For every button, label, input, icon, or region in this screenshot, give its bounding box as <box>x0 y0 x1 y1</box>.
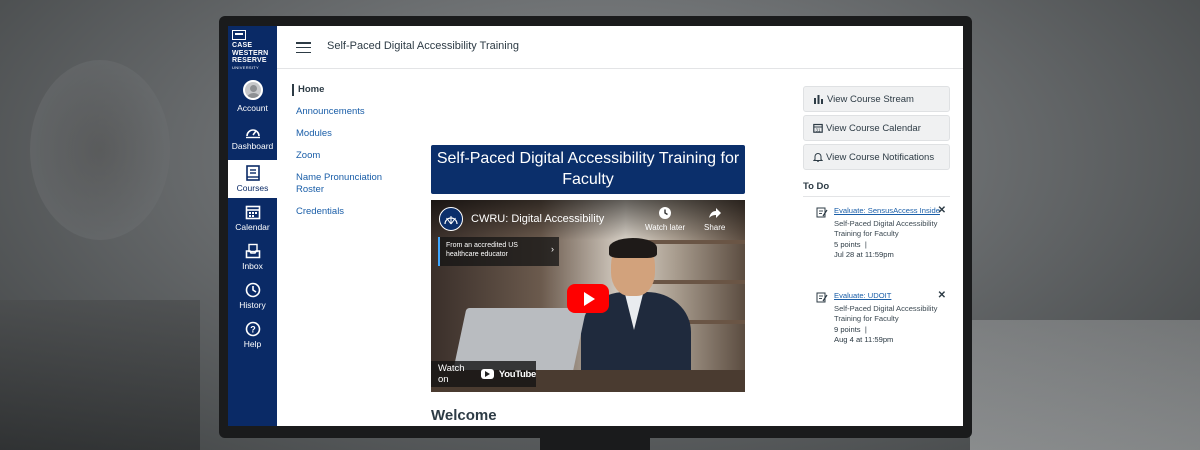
background-shelf <box>0 300 200 450</box>
history-icon <box>245 282 260 298</box>
todo-item-link[interactable]: Evaluate: SensusAccess Inside <box>834 206 946 217</box>
logo-mark-icon <box>232 30 246 40</box>
course-header: Self-Paced Digital Accessibility Trainin… <box>277 26 963 69</box>
screen: CASE WESTERN RESERVE UNIVERSITY Account … <box>228 26 963 426</box>
course-nav-zoom[interactable]: Zoom <box>292 150 412 162</box>
info-panel-text: From an accredited US healthcare educato… <box>446 242 518 258</box>
chevron-right-icon: › <box>551 244 554 254</box>
background-plant <box>30 60 170 240</box>
todo-item-course: Self-Paced Digital Accessibility Trainin… <box>834 218 938 239</box>
monitor-stand <box>540 438 650 450</box>
avatar-icon <box>242 80 263 100</box>
course-nav-home[interactable]: Home <box>292 84 412 96</box>
course-nav-name-pronunciation-roster[interactable]: Name Pronunciation Roster <box>292 172 412 196</box>
course-nav-credentials[interactable]: Credentials <box>292 206 412 218</box>
nav-help[interactable]: ? Help <box>228 321 277 359</box>
share-button[interactable]: Share <box>704 206 725 232</box>
calendar-icon <box>245 205 260 220</box>
watch-later-button[interactable]: Watch later <box>645 206 685 232</box>
nav-inbox-label: Inbox <box>242 261 263 271</box>
nav-history[interactable]: History <box>228 282 277 320</box>
nav-inbox[interactable]: Inbox <box>228 243 277 281</box>
video-player[interactable]: CWRU: Digital Accessibility Watch later … <box>431 200 745 392</box>
dashboard-icon <box>245 129 260 139</box>
view-course-calendar-button[interactable]: 31 View Course Calendar <box>803 115 950 141</box>
youtube-wordmark: YouTube <box>498 368 536 380</box>
bar-chart-icon <box>814 95 823 104</box>
todo-item-points: 9 points | <box>834 324 867 334</box>
youtube-logo-icon <box>480 369 494 379</box>
view-course-stream-label: View Course Stream <box>827 93 914 105</box>
nav-help-label: Help <box>243 339 262 349</box>
watch-on-label: Watch on <box>438 363 465 385</box>
view-course-notifications-label: View Course Notifications <box>826 151 935 163</box>
courses-icon <box>245 165 260 181</box>
todo-item-course: Self-Paced Digital Accessibility Trainin… <box>834 303 938 324</box>
course-nav-announcements[interactable]: Announcements <box>292 106 412 118</box>
logo-line-1: CASE <box>232 42 253 49</box>
todo-item-link[interactable]: Evaluate: UDOIT <box>834 291 946 302</box>
channel-logo-icon[interactable] <box>439 207 463 231</box>
course-nav: Home Announcements Modules Zoom Name Pro… <box>292 84 412 228</box>
logo-line-2: WESTERN <box>232 49 269 57</box>
svg-text:?: ? <box>250 325 256 335</box>
dismiss-close-icon[interactable]: ✕ <box>938 290 946 302</box>
share-label: Share <box>704 223 726 232</box>
nav-dashboard-label: Dashboard <box>231 141 274 151</box>
svg-text:31: 31 <box>815 127 821 132</box>
hamburger-menu-icon[interactable] <box>296 42 311 54</box>
nav-calendar[interactable]: Calendar <box>228 204 277 242</box>
nav-account-label: Account <box>237 103 268 113</box>
todo-item-due: Jul 28 at 11:59pm <box>834 250 894 259</box>
university-logo[interactable]: CASE WESTERN RESERVE UNIVERSITY <box>232 30 274 70</box>
video-info-panel[interactable]: From an accredited US healthcare educato… <box>438 237 559 266</box>
nav-history-label: History <box>239 300 266 310</box>
todo-item: Evaluate: SensusAccess Inside Self-Paced… <box>816 205 946 261</box>
todo-item-due: Aug 4 at 11:59pm <box>834 335 894 344</box>
nav-account[interactable]: Account <box>228 80 277 118</box>
global-nav: CASE WESTERN RESERVE UNIVERSITY Account … <box>228 26 277 426</box>
watch-later-label: Watch later <box>645 223 686 232</box>
watch-on-youtube-button[interactable]: Watch on YouTube <box>431 361 536 387</box>
play-button-icon[interactable] <box>567 284 609 313</box>
help-icon: ? <box>245 321 260 337</box>
logo-line-4: UNIVERSITY <box>232 64 260 70</box>
todo-divider <box>803 196 950 197</box>
nav-dashboard[interactable]: Dashboard <box>228 125 277 163</box>
nav-courses-label: Courses <box>236 183 269 193</box>
view-course-calendar-label: View Course Calendar <box>826 122 921 134</box>
nav-courses[interactable]: Courses <box>228 160 277 198</box>
clock-icon <box>659 207 672 219</box>
todo-item: Evaluate: UDOIT Self-Paced Digital Acces… <box>816 290 946 346</box>
assignment-icon <box>816 207 828 218</box>
view-course-notifications-button[interactable]: View Course Notifications <box>803 144 950 170</box>
course-nav-modules[interactable]: Modules <box>292 128 412 140</box>
inbox-icon <box>245 243 260 259</box>
todo-heading: To Do <box>803 181 830 192</box>
breadcrumb[interactable]: Self-Paced Digital Accessibility Trainin… <box>327 40 519 52</box>
logo-line-3: RESERVE <box>232 57 267 64</box>
welcome-heading: Welcome <box>431 407 497 424</box>
presenter-hair <box>609 238 657 258</box>
nav-calendar-label: Calendar <box>235 222 270 232</box>
course-banner: Self-Paced Digital Accessibility Trainin… <box>431 145 745 194</box>
share-arrow-icon <box>708 208 721 218</box>
view-course-stream-button[interactable]: View Course Stream <box>803 86 950 112</box>
calendar-icon: 31 <box>813 123 823 133</box>
sunburst-icon <box>444 216 458 225</box>
todo-item-points: 5 points | <box>834 239 867 249</box>
video-title[interactable]: CWRU: Digital Accessibility <box>471 213 604 225</box>
monitor: CASE WESTERN RESERVE UNIVERSITY Account … <box>219 16 972 438</box>
assignment-icon <box>816 292 828 303</box>
bell-icon <box>813 153 823 162</box>
background-laptop <box>970 320 1200 450</box>
dismiss-close-icon[interactable]: ✕ <box>938 205 946 217</box>
